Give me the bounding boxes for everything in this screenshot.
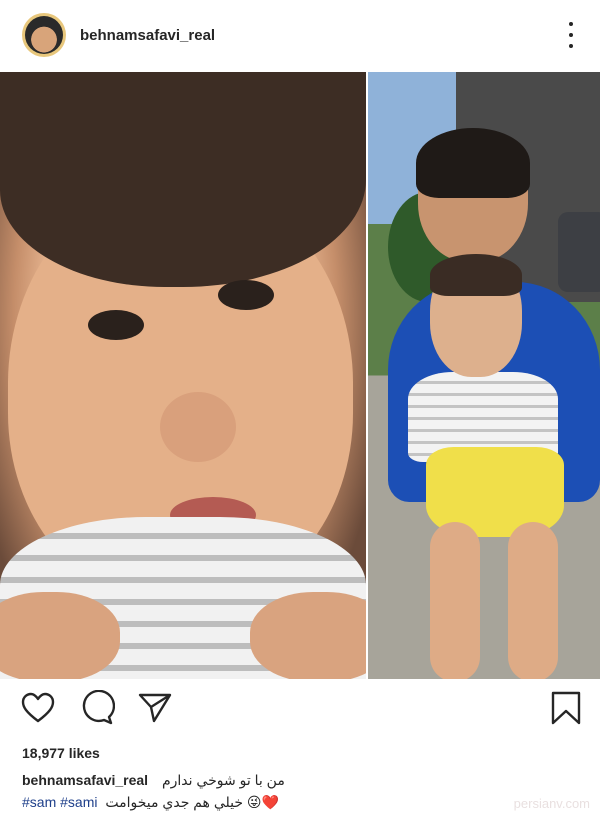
caption-emoji: 😜❤️	[246, 794, 279, 810]
caption-username[interactable]: behnamsafavi_real	[22, 772, 148, 788]
caption-line-1: behnamsafavi_real من با تو شوخي ندارم	[22, 770, 442, 790]
likes-count[interactable]: 18,977 likes	[22, 745, 100, 761]
post-actions	[0, 690, 600, 734]
post-username[interactable]: behnamsafavi_real	[80, 27, 215, 44]
hashtag-sami[interactable]: #sami	[60, 794, 97, 810]
more-options-icon[interactable]	[568, 22, 574, 48]
heart-icon[interactable]	[20, 690, 56, 726]
avatar[interactable]	[22, 13, 66, 57]
caption-text-2: خيلي هم جدي ميخوامت	[105, 794, 244, 810]
post-header: behnamsafavi_real	[0, 0, 600, 70]
hashtag-sam[interactable]: #sam	[22, 794, 56, 810]
baby-closeup-photo	[0, 72, 366, 679]
send-icon[interactable]	[137, 690, 173, 726]
watermark: persianv.com	[513, 796, 590, 811]
bookmark-icon[interactable]	[548, 690, 584, 726]
avatar-photo	[25, 16, 63, 54]
children-photo	[368, 72, 600, 679]
caption-text: من با تو شوخي ندارم	[161, 772, 285, 788]
post-media[interactable]	[0, 72, 600, 679]
caption-line-2: #sam #sami خيلي هم جدي ميخوامت 😜❤️	[22, 792, 279, 812]
comment-icon[interactable]	[79, 690, 115, 726]
